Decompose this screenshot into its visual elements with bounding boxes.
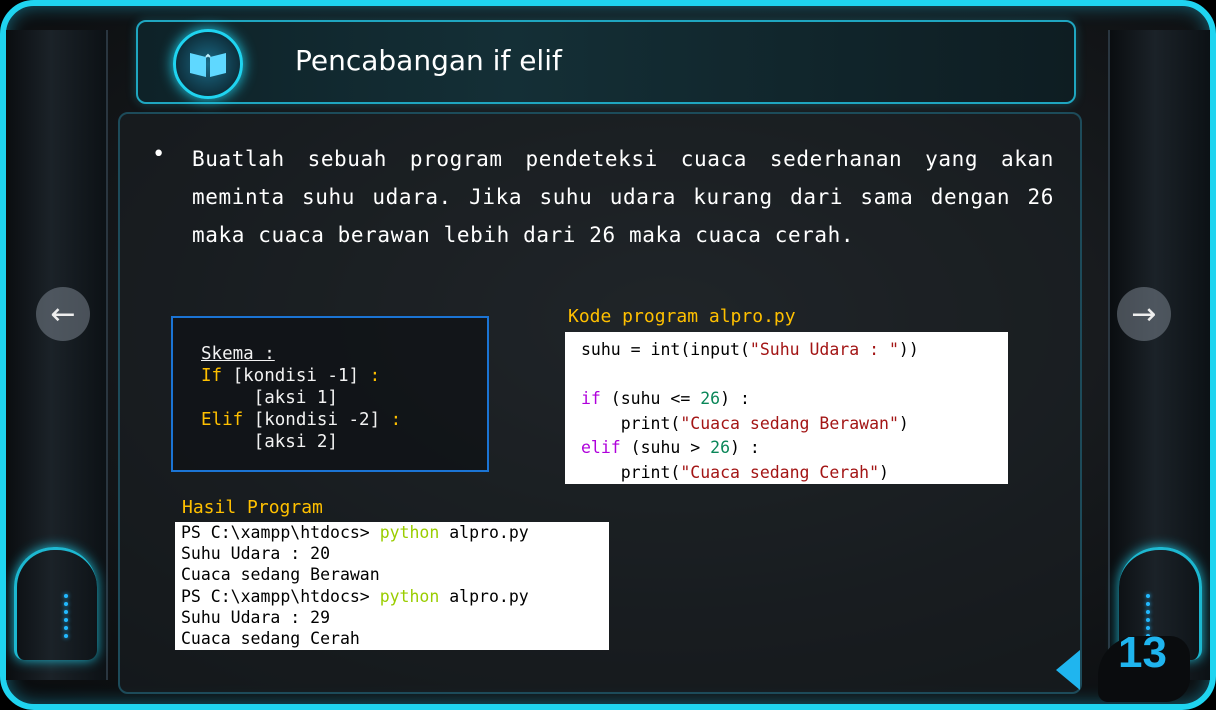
- code-line-5: elif (suhu > 26) :: [581, 438, 760, 457]
- terminal-line-2: Suhu Udara : 20: [181, 544, 331, 564]
- terminal-line-3: Cuaca sedang Berawan: [181, 565, 380, 585]
- left-rail-glow: [14, 547, 97, 660]
- schema-title: Skema :: [201, 344, 275, 364]
- slide-title: Pencabangan if elif: [295, 44, 562, 77]
- code-line-6: print("Cuaca sedang Cerah"): [581, 462, 889, 482]
- terminal-line-6: Cuaca sedang Cerah: [181, 629, 360, 649]
- result-label: Hasil Program: [182, 497, 323, 518]
- schema-content: Skema : If [kondisi -1] : [aksi 1] Elif [k…: [201, 343, 401, 453]
- code-block: suhu = int(input("Suhu Udara : ")) if (su…: [565, 332, 1008, 484]
- arrow-left-icon: ←: [50, 296, 76, 332]
- terminal-line-1: PS C:\xampp\htdocs> python alpro.py: [181, 523, 529, 542]
- schema-line-elif: Elif [kondisi -2] :: [201, 410, 402, 430]
- left-rail-dots: [64, 590, 70, 642]
- code-label: Kode program alpro.py: [568, 306, 796, 327]
- code-line-1: suhu = int(input("Suhu Udara : ")): [581, 340, 919, 359]
- book-logo-icon: [156, 28, 260, 100]
- task-paragraph: Buatlah sebuah program pendeteksi cuaca …: [192, 147, 1054, 247]
- terminal-line-5: Suhu Udara : 29: [181, 607, 331, 627]
- arrow-right-icon: →: [1131, 296, 1157, 332]
- bullet-marker: •: [152, 142, 166, 167]
- schema-line-aksi1: [aksi 1]: [201, 388, 338, 408]
- schema-line-if: If [kondisi -1] :: [201, 366, 381, 386]
- page-number: 13: [1118, 628, 1167, 677]
- terminal-output: PS C:\xampp\htdocs> python alpro.py Suhu …: [175, 522, 609, 650]
- next-slide-button[interactable]: →: [1117, 287, 1171, 341]
- title-bar: [136, 20, 1076, 104]
- schema-line-aksi2: [aksi 2]: [201, 432, 338, 452]
- prev-slide-button[interactable]: ←: [36, 287, 90, 341]
- left-decor-rail: [6, 30, 108, 680]
- triangle-left-icon: [1056, 650, 1080, 690]
- code-line-4: print("Cuaca sedang Berawan"): [581, 413, 909, 433]
- code-line-3: if (suhu <= 26) :: [581, 389, 750, 408]
- right-decor-rail: [1108, 30, 1210, 680]
- terminal-line-4: PS C:\xampp\htdocs> python alpro.py: [181, 586, 529, 606]
